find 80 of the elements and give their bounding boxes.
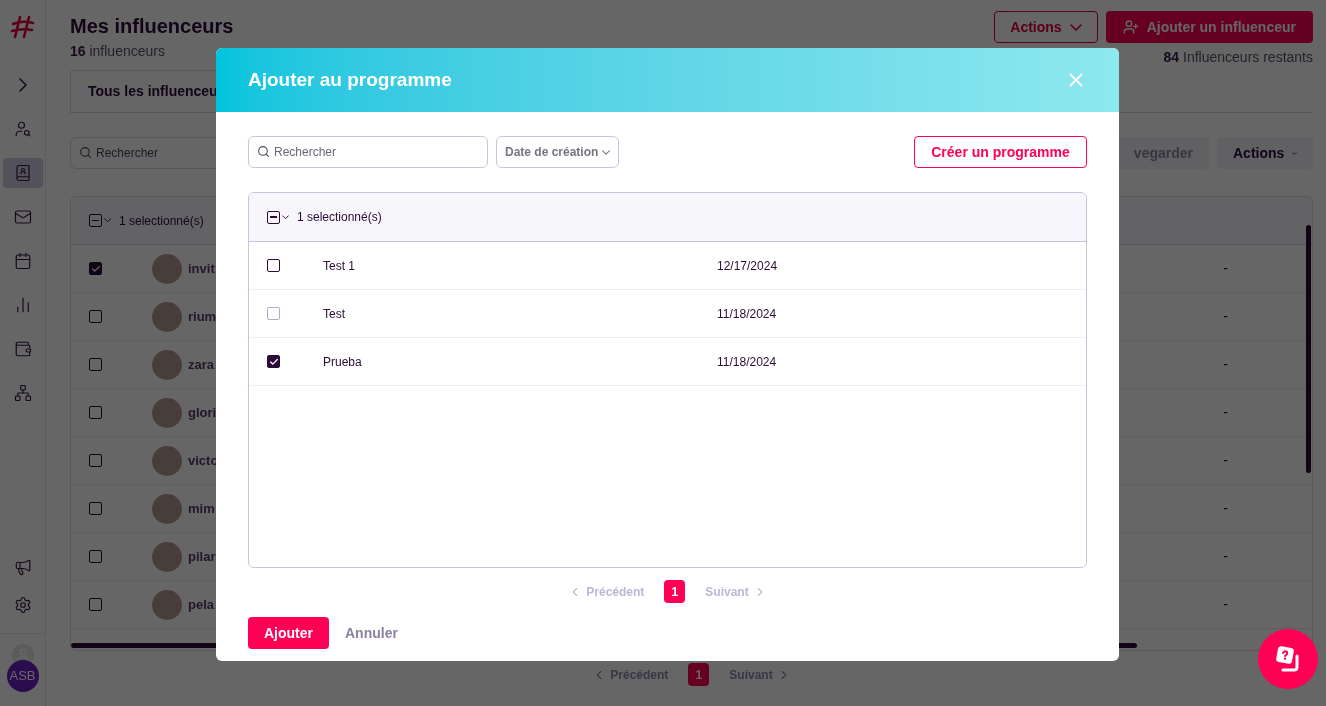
table-cell-text: - [1223, 355, 1228, 374]
program-name: Prueba [323, 353, 363, 371]
search-icon [257, 145, 270, 158]
previous-button[interactable]: Précédent [568, 582, 645, 601]
checkbox[interactable] [89, 406, 102, 419]
calendar-icon [13, 252, 32, 270]
checkbox[interactable] [267, 259, 280, 272]
avatar [152, 397, 182, 428]
table-cell-text: - [1223, 307, 1228, 326]
program-date: 11/18/2024 [717, 305, 777, 323]
avatar [152, 541, 182, 572]
user-search-icon [13, 120, 32, 138]
actions-button[interactable]: Actions [994, 11, 1098, 43]
table-cell-text: - [1223, 595, 1228, 614]
influencer-name: zara [188, 355, 215, 374]
table-cell-text: - [1223, 547, 1228, 566]
address-book-icon [13, 164, 32, 182]
influencer-name: invit [188, 259, 215, 278]
avatar [152, 301, 182, 332]
next-button[interactable]: Suivant [705, 582, 767, 601]
select-all-checkbox[interactable] [89, 214, 111, 227]
cancel-button[interactable]: Annuler [345, 622, 398, 644]
user-plus-icon [1122, 19, 1139, 35]
actions-button[interactable]: Actions [1217, 137, 1313, 169]
megaphone-icon [13, 558, 32, 576]
avatar [152, 349, 182, 380]
influencer-name: mim [188, 499, 215, 518]
chevron-down-icon [282, 214, 289, 220]
chevron-down-icon [1292, 149, 1297, 157]
add-button[interactable]: Ajouter [248, 617, 329, 649]
program-name: Test [323, 305, 346, 323]
chevron-down-icon [1069, 23, 1082, 31]
table-cell-text: - [1223, 451, 1228, 470]
influencer-count: 16 influenceurs [70, 42, 166, 61]
search-icon [79, 146, 92, 159]
avatar [152, 589, 182, 620]
checkbox[interactable] [89, 598, 102, 611]
page-button[interactable]: 1 [688, 663, 710, 686]
checkbox[interactable] [89, 310, 102, 323]
checkbox[interactable] [89, 358, 102, 371]
search-field[interactable]: Rechercher [248, 136, 488, 168]
table-cell-text: - [1223, 499, 1228, 518]
checkbox[interactable] [89, 502, 102, 515]
chevron-right-icon [18, 78, 27, 92]
influencer-name: glori [188, 403, 217, 422]
select-all-checkbox[interactable] [267, 210, 289, 224]
add-influencer-button[interactable]: Ajouter un influenceur [1105, 11, 1313, 43]
influencer-name: pilar [188, 547, 216, 566]
network-icon [13, 384, 32, 402]
settings-icon [13, 596, 32, 614]
influencer-name: pela [188, 595, 214, 614]
wallet-icon [13, 340, 32, 358]
program-date: 12/17/2024 [717, 257, 778, 275]
chevron-down-icon [602, 149, 611, 155]
user-avatar[interactable]: ASB [6, 660, 39, 692]
mail-icon [13, 208, 32, 226]
selection-count: 1 selectionné(s) [119, 212, 204, 230]
avatar [152, 253, 182, 284]
influencer-name: rium [188, 307, 217, 326]
remaining-count: 84 Influenceurs restants [1163, 48, 1313, 67]
nav-item[interactable] [2, 158, 43, 188]
dialog-title: Ajouter au programme [248, 67, 452, 92]
help-button[interactable] [1258, 629, 1318, 689]
checkbox[interactable] [89, 550, 102, 563]
table-cell-text: - [1223, 259, 1228, 278]
avatar [152, 493, 182, 524]
page-button[interactable]: 1 [664, 580, 686, 603]
program-name: Test 1 [323, 257, 356, 275]
page-title: Mes influenceurs [70, 14, 234, 39]
sort-dropdown[interactable]: Date de création [496, 136, 620, 168]
create-program-button[interactable]: Créer un programme [914, 136, 1087, 168]
table-cell-text: - [1223, 403, 1228, 422]
chevron-down-icon [104, 218, 111, 223]
checkbox[interactable] [89, 262, 102, 275]
checkbox[interactable] [267, 355, 280, 368]
program-date: 11/18/2024 [717, 353, 777, 371]
logo-icon [9, 14, 36, 40]
checkbox[interactable] [89, 454, 102, 467]
selection-count: 1 selectionné(s) [297, 209, 382, 226]
avatar [152, 445, 182, 476]
